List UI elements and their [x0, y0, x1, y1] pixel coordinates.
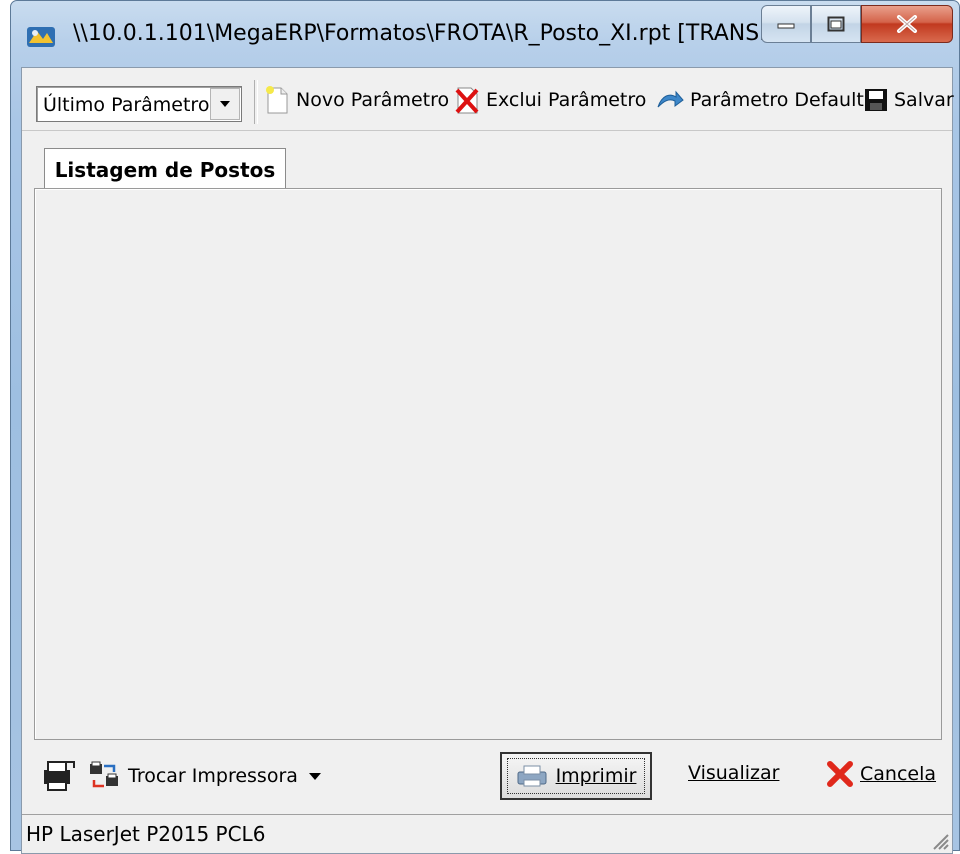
bottom-action-bar: Trocar Impressora Imprimir Visualizar Ca… [22, 744, 952, 814]
parameter-combo-value: Último Parâmetro [43, 94, 210, 116]
client-area: Último Parâmetro Novo Parâmetro Exclui P… [21, 67, 954, 854]
toolbar-separator [254, 80, 258, 124]
status-bar: HP LaserJet P2015 PCL6 [22, 814, 952, 853]
salvar-button[interactable]: Salvar [864, 80, 954, 120]
tab-listagem-de-postos[interactable]: Listagem de Postos [44, 148, 286, 190]
new-document-icon [266, 86, 288, 114]
parametro-default-label: Parâmetro Default [690, 89, 864, 111]
imprimir-label: Imprimir [555, 765, 637, 787]
default-arrow-icon [657, 90, 684, 108]
tab-label: Listagem de Postos [54, 157, 276, 182]
application-window: \\10.0.1.101\MegaERP\Formatos\FROTA\R_Po… [10, 0, 960, 854]
delete-document-icon [455, 87, 479, 114]
title-bar[interactable]: \\10.0.1.101\MegaERP\Formatos\FROTA\R_Po… [11, 1, 959, 67]
minimize-icon [777, 23, 795, 29]
chevron-down-icon [308, 773, 321, 780]
printer-settings-icon [44, 761, 75, 791]
visualizar-label: Visualizar [688, 762, 780, 784]
trocar-impressora-label: Trocar Impressora [128, 765, 298, 787]
app-icon [27, 27, 55, 47]
imprimir-focus-box: Imprimir [506, 758, 646, 794]
imprimir-button[interactable]: Imprimir [500, 752, 652, 800]
printer-name-status: HP LaserJet P2015 PCL6 [26, 822, 266, 846]
close-button[interactable] [861, 5, 953, 43]
novo-parametro-button[interactable]: Novo Parâmetro [264, 80, 449, 120]
parameter-combo[interactable]: Último Parâmetro [36, 86, 242, 122]
window-title: \\10.0.1.101\MegaERP\Formatos\FROTA\R_Po… [73, 21, 773, 46]
minimize-button[interactable] [761, 5, 811, 43]
printer-icon [517, 765, 547, 787]
combo-dropdown-button[interactable] [210, 88, 240, 120]
exclui-parametro-label: Exclui Parâmetro [486, 89, 647, 111]
visualizar-button[interactable]: Visualizar [688, 762, 779, 784]
parametro-default-button[interactable]: Parâmetro Default [656, 80, 864, 120]
maximize-button[interactable] [811, 5, 861, 43]
trocar-impressora-button[interactable]: Trocar Impressora [88, 760, 322, 792]
toolbar: Último Parâmetro Novo Parâmetro Exclui P… [22, 68, 954, 131]
cancela-button[interactable]: Cancela [826, 760, 936, 788]
resize-grip-icon[interactable] [928, 829, 950, 851]
exclui-parametro-button[interactable]: Exclui Parâmetro [454, 80, 646, 120]
novo-parametro-label: Novo Parâmetro [296, 89, 450, 111]
salvar-label: Salvar [894, 89, 954, 111]
switch-printer-icon [90, 761, 118, 788]
tab-content-panel [34, 188, 942, 740]
cancel-x-icon [827, 761, 853, 787]
chevron-down-icon [220, 101, 230, 107]
close-icon [897, 15, 917, 33]
caption-buttons [761, 5, 953, 45]
printer-setup-button[interactable] [40, 758, 76, 792]
maximize-icon [827, 16, 845, 32]
cancela-label: Cancela [860, 763, 937, 785]
save-floppy-icon [865, 89, 887, 111]
